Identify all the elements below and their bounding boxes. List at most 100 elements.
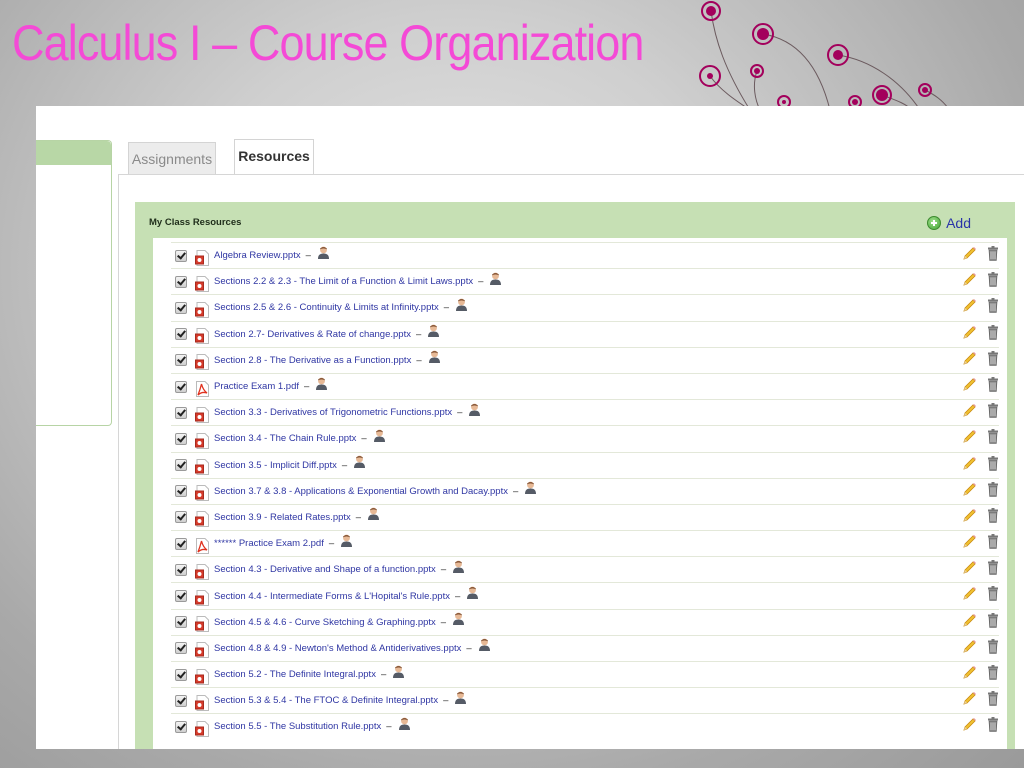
person-icon[interactable] [392, 664, 405, 678]
person-icon[interactable] [454, 690, 467, 704]
visibility-checkbox[interactable] [175, 642, 187, 655]
resource-link[interactable]: Algebra Review.pptx [214, 250, 301, 261]
resource-link[interactable]: Section 3.4 - The Chain Rule.pptx [214, 433, 356, 444]
visibility-checkbox[interactable] [175, 328, 187, 341]
resource-link[interactable]: ****** Practice Exam 2.pdf [214, 538, 324, 549]
visibility-checkbox[interactable] [175, 668, 187, 681]
resource-link[interactable]: Section 5.3 & 5.4 - The FTOC & Definite … [214, 695, 438, 706]
trash-icon[interactable] [987, 455, 999, 471]
visibility-checkbox[interactable] [175, 485, 187, 498]
resource-link[interactable]: Section 4.5 & 4.6 - Curve Sketching & Gr… [214, 617, 436, 628]
trash-icon[interactable] [987, 717, 999, 733]
trash-icon[interactable] [987, 272, 999, 287]
pencil-icon[interactable] [962, 508, 977, 523]
person-icon[interactable] [317, 245, 330, 259]
person-icon[interactable] [340, 533, 353, 547]
visibility-checkbox[interactable] [175, 432, 187, 445]
pencil-icon[interactable] [962, 586, 977, 601]
trash-icon[interactable] [987, 560, 999, 576]
pencil-icon[interactable] [962, 246, 977, 261]
pencil-icon[interactable] [962, 613, 977, 628]
pencil-icon[interactable] [962, 691, 977, 706]
resource-link[interactable]: Section 3.5 - Implicit Diff.pptx [214, 460, 337, 471]
visibility-checkbox[interactable] [175, 459, 187, 472]
resource-link[interactable]: Sections 2.2 & 2.3 - The Limit of a Func… [214, 276, 473, 287]
resource-link[interactable]: Sections 2.5 & 2.6 - Continuity & Limits… [214, 302, 439, 313]
trash-icon[interactable] [987, 376, 999, 392]
visibility-checkbox[interactable] [175, 354, 187, 367]
visibility-checkbox[interactable] [175, 537, 187, 550]
resource-link[interactable]: Section 2.8 - The Derivative as a Functi… [214, 355, 411, 366]
resource-link[interactable]: Section 5.2 - The Definite Integral.pptx [214, 669, 376, 680]
pencil-icon[interactable] [962, 560, 977, 575]
visibility-checkbox[interactable] [175, 406, 187, 419]
pencil-icon[interactable] [962, 456, 977, 471]
person-icon[interactable] [468, 402, 481, 416]
person-icon[interactable] [478, 637, 491, 652]
person-icon[interactable] [452, 559, 465, 573]
resource-row: Section 5.2 - The Definite Integral.pptx… [171, 661, 999, 687]
trash-icon[interactable] [987, 665, 999, 680]
trash-icon[interactable] [987, 324, 999, 340]
trash-icon[interactable] [987, 403, 999, 418]
resource-link[interactable]: Section 3.3 - Derivatives of Trigonometr… [214, 407, 452, 418]
person-icon[interactable] [428, 349, 441, 364]
person-icon[interactable] [367, 506, 380, 521]
resource-link[interactable]: Practice Exam 1.pdf [214, 381, 299, 392]
pencil-icon[interactable] [962, 351, 977, 366]
pencil-icon[interactable] [962, 429, 977, 444]
pencil-icon[interactable] [962, 639, 977, 654]
pencil-icon[interactable] [962, 482, 977, 497]
trash-icon[interactable] [987, 691, 999, 706]
pencil-icon[interactable] [962, 325, 977, 340]
visibility-checkbox[interactable] [175, 590, 187, 603]
person-icon[interactable] [489, 271, 502, 285]
resource-row: Section 3.5 - Implicit Diff.pptx – [171, 451, 999, 478]
tab-resources[interactable]: Resources [234, 139, 314, 174]
person-icon[interactable] [373, 428, 386, 442]
person-icon[interactable] [353, 454, 366, 469]
pencil-icon[interactable] [962, 298, 977, 313]
resource-link[interactable]: Section 3.7 & 3.8 - Applications & Expon… [214, 486, 508, 497]
pencil-icon[interactable] [962, 377, 977, 392]
trash-icon[interactable] [987, 298, 999, 314]
visibility-checkbox[interactable] [175, 616, 187, 629]
trash-icon[interactable] [987, 350, 999, 366]
pencil-icon[interactable] [962, 665, 977, 680]
visibility-checkbox[interactable] [175, 720, 187, 733]
add-resource-button[interactable]: Add [927, 215, 971, 231]
visibility-checkbox[interactable] [175, 301, 187, 314]
trash-icon[interactable] [987, 429, 999, 445]
trash-icon[interactable] [987, 638, 999, 654]
pencil-icon[interactable] [962, 717, 977, 732]
resource-link[interactable]: Section 3.9 - Related Rates.pptx [214, 512, 351, 523]
visibility-checkbox[interactable] [175, 511, 187, 524]
tab-assignments[interactable]: Assignments [128, 142, 216, 174]
trash-icon[interactable] [987, 481, 999, 497]
pencil-icon[interactable] [962, 272, 977, 287]
person-icon[interactable] [452, 611, 465, 626]
pencil-icon[interactable] [962, 403, 977, 418]
trash-icon[interactable] [987, 246, 999, 261]
person-icon[interactable] [427, 323, 440, 338]
resource-link[interactable]: Section 4.8 & 4.9 - Newton's Method & An… [214, 643, 461, 654]
visibility-checkbox[interactable] [175, 563, 187, 576]
person-icon[interactable] [455, 297, 468, 311]
trash-icon[interactable] [987, 534, 999, 549]
pencil-icon[interactable] [962, 534, 977, 549]
trash-icon[interactable] [987, 586, 999, 602]
resource-link[interactable]: Section 5.5 - The Substitution Rule.pptx [214, 721, 381, 732]
visibility-checkbox[interactable] [175, 694, 187, 707]
person-icon[interactable] [315, 376, 328, 390]
trash-icon[interactable] [987, 507, 999, 523]
person-icon[interactable] [524, 480, 537, 495]
resource-link[interactable]: Section 2.7- Derivatives & Rate of chang… [214, 329, 411, 340]
resource-link[interactable]: Section 4.4 - Intermediate Forms & L'Hop… [214, 591, 450, 602]
person-icon[interactable] [398, 716, 411, 730]
trash-icon[interactable] [987, 612, 999, 628]
visibility-checkbox[interactable] [175, 275, 187, 288]
person-icon[interactable] [466, 585, 479, 600]
visibility-checkbox[interactable] [175, 249, 187, 262]
resource-link[interactable]: Section 4.3 - Derivative and Shape of a … [214, 564, 436, 575]
visibility-checkbox[interactable] [175, 380, 187, 393]
